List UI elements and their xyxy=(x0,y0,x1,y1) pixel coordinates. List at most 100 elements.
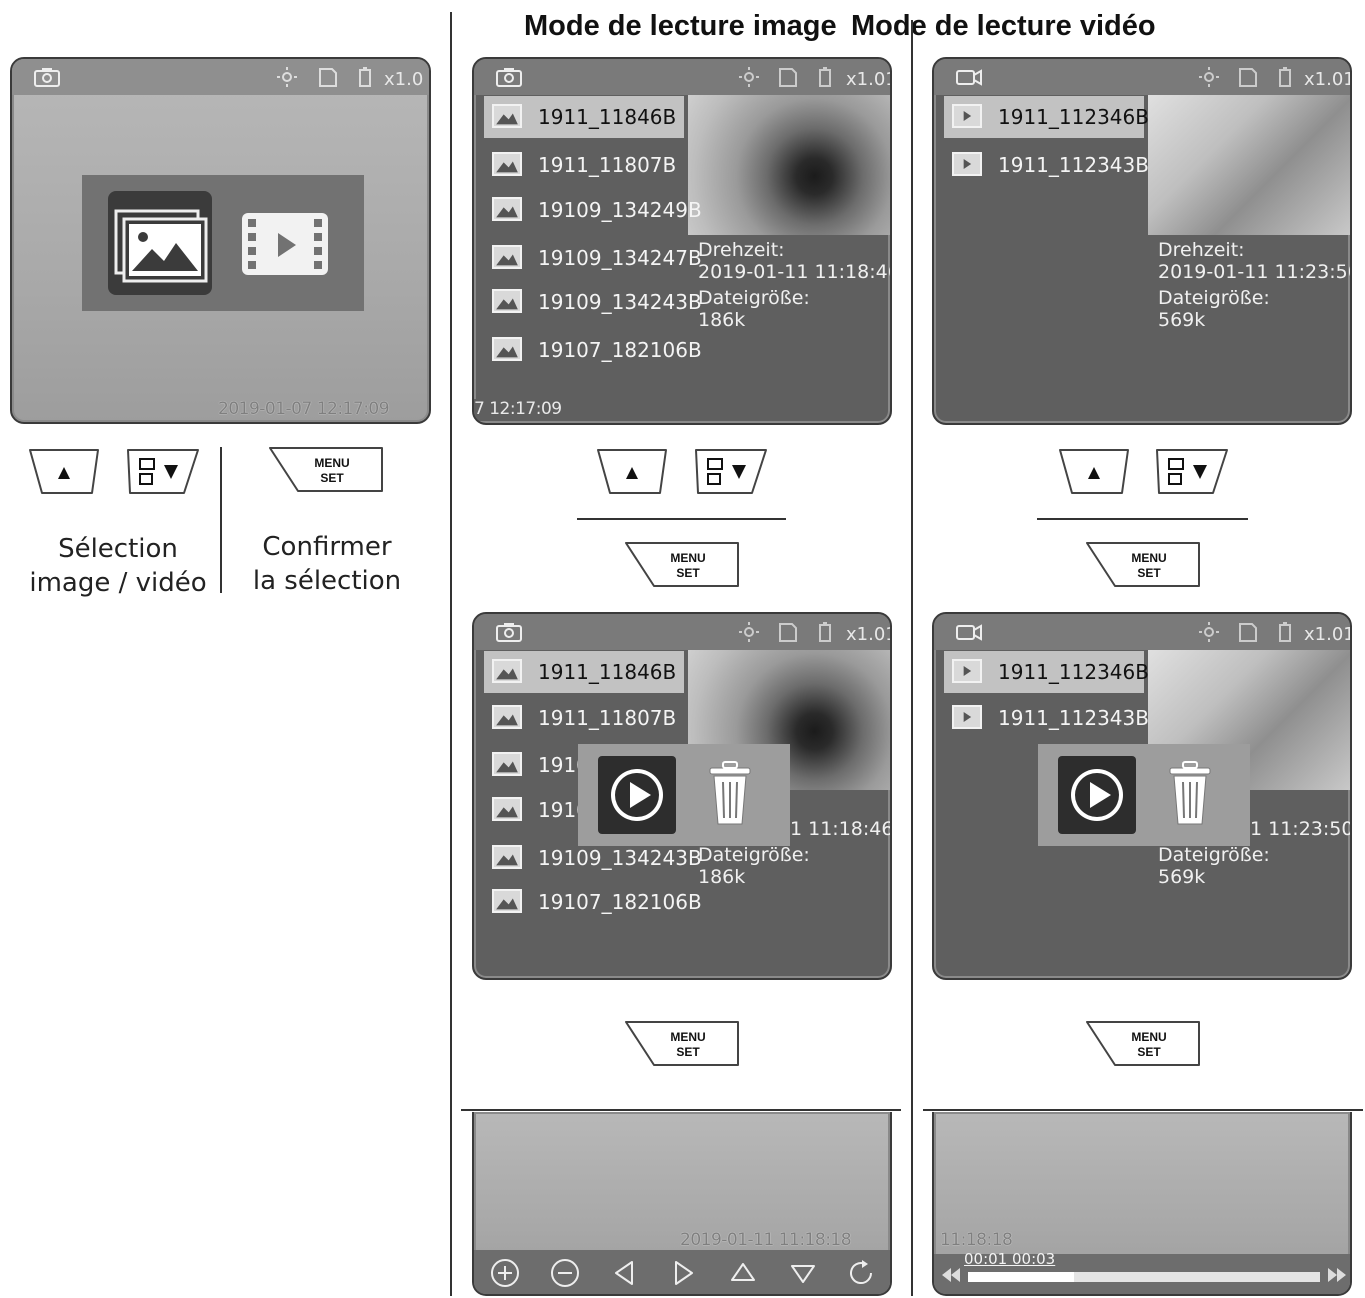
file-row[interactable]: 1911_112346B xyxy=(944,651,1149,693)
screen-timestamp: 2019-01-11 11:18:18 xyxy=(680,1230,852,1250)
menu-key-label-line2: SET xyxy=(320,471,344,485)
file-size-label: Dateigröße: xyxy=(1158,287,1270,309)
file-name: 19107_182106B xyxy=(538,890,702,914)
menu-key-label-line2: SET xyxy=(676,566,700,580)
play-button[interactable] xyxy=(598,756,676,834)
image-file-icon xyxy=(492,245,522,269)
status-bar: x1.01/ xyxy=(934,59,1350,95)
video-control-bar: 00:01 00:03 xyxy=(934,1250,1350,1294)
image-file-icon xyxy=(492,104,522,128)
capture-time-label: Drehzeit: xyxy=(1158,239,1245,261)
image-file-icon xyxy=(492,752,522,776)
file-row[interactable]: 1911_11807B xyxy=(484,144,684,186)
image-file-icon xyxy=(492,337,522,361)
play-button[interactable] xyxy=(1058,756,1136,834)
file-row[interactable]: 19109_134247B xyxy=(484,237,702,279)
menu-set-key[interactable]: MENU SET xyxy=(1085,540,1201,592)
fast-forward-icon[interactable] xyxy=(1326,1264,1348,1286)
pan-up-icon[interactable] xyxy=(728,1258,758,1288)
mode-down-key[interactable] xyxy=(126,447,200,497)
file-row[interactable]: 1911_11846B xyxy=(484,651,684,693)
status-bar: x1.01/ xyxy=(474,59,890,95)
capture-time-value: 1 11:18:46 xyxy=(790,818,892,840)
image-file-icon xyxy=(492,797,522,821)
image-mode-option[interactable] xyxy=(108,191,212,295)
file-row[interactable]: 1911_11846B xyxy=(484,96,684,138)
menu-set-key[interactable]: MENU SET xyxy=(624,1019,740,1071)
rewind-icon[interactable] xyxy=(940,1264,962,1286)
capture-time-value: 2019-01-11 11:23:50 xyxy=(1158,261,1352,283)
caption-divider xyxy=(220,447,222,593)
image-preview xyxy=(688,95,890,235)
video-mode-option[interactable] xyxy=(238,207,332,281)
sd-card-icon xyxy=(1234,67,1260,87)
file-name: 1911_11846B xyxy=(538,105,677,129)
play-icon xyxy=(1071,769,1123,821)
video-playback-divider xyxy=(923,1109,1363,1111)
menu-key-label-line1: MENU xyxy=(314,456,349,470)
zoom-in-icon[interactable] xyxy=(490,1258,520,1288)
progress-bar[interactable] xyxy=(968,1272,1320,1282)
file-name: 1911_11807B xyxy=(538,153,677,177)
pan-left-icon[interactable] xyxy=(610,1258,640,1288)
menu-key-label-line1: MENU xyxy=(1131,1030,1166,1044)
progress-fill xyxy=(968,1272,1074,1282)
capture-time-value: 1 11:23:50 xyxy=(1250,818,1352,840)
zoom-level: x1.01/ xyxy=(1304,624,1350,645)
video-file-icon xyxy=(952,104,982,128)
video-camera-icon xyxy=(956,67,982,87)
file-name: 19109_134243B xyxy=(538,846,702,870)
video-list-screen: x1.01/ 1911_112346B 1911_112343B Drehzei… xyxy=(932,57,1352,425)
battery-icon xyxy=(352,67,378,87)
mode-down-key[interactable] xyxy=(694,447,768,497)
image-file-icon xyxy=(492,705,522,729)
file-name: 19109_134243B xyxy=(538,290,702,314)
up-key[interactable] xyxy=(596,447,668,497)
mode-select-screen: x1.0 2019-01-07 12:17:09 xyxy=(10,57,431,424)
up-key[interactable] xyxy=(1058,447,1130,497)
delete-button[interactable] xyxy=(706,758,754,828)
file-row[interactable]: 1911_112346B xyxy=(944,96,1149,138)
menu-key-label-line2: SET xyxy=(676,1045,700,1059)
video-preview xyxy=(1148,95,1350,235)
file-row[interactable]: 19109_134249B xyxy=(484,189,702,231)
file-action-dialog xyxy=(1038,744,1250,846)
select-caption-line1: Sélection xyxy=(58,534,178,564)
file-name: 1911_112343B xyxy=(998,706,1149,730)
file-name: 1911_112343B xyxy=(998,153,1149,177)
brightness-icon xyxy=(1196,622,1222,642)
video-options-screen: x1.01/ 1911_112346B 1911_112343B 1 11:23… xyxy=(932,612,1352,980)
image-gallery-icon xyxy=(114,209,208,283)
image-playback-screen: 2019-01-11 11:18:18 xyxy=(472,1112,892,1296)
menu-set-key[interactable]: MENU SET xyxy=(1085,1019,1201,1071)
file-row[interactable]: 1911_11807B xyxy=(484,697,684,739)
camera-icon xyxy=(496,622,522,642)
mode-down-key[interactable] xyxy=(1155,447,1229,497)
menu-set-key[interactable]: MENU SET xyxy=(268,445,384,497)
battery-icon xyxy=(812,67,838,87)
up-key[interactable] xyxy=(28,447,100,497)
file-row[interactable]: 19107_182106B xyxy=(484,329,702,371)
zoom-out-icon[interactable] xyxy=(550,1258,580,1288)
play-icon xyxy=(611,769,663,821)
image-step-divider xyxy=(577,518,786,520)
column-divider-right xyxy=(911,20,913,1296)
file-row[interactable]: 19109_134243B xyxy=(484,281,702,323)
file-size-value: 569k xyxy=(1158,309,1206,331)
brightness-icon xyxy=(736,67,762,87)
brightness-icon xyxy=(274,67,300,87)
file-name: 19109_134247B xyxy=(538,246,702,270)
screen-timestamp: 11:18:18 xyxy=(940,1230,1013,1250)
file-row[interactable]: 1911_112343B xyxy=(944,697,1149,739)
delete-button[interactable] xyxy=(1166,758,1214,828)
pan-down-icon[interactable] xyxy=(788,1258,818,1288)
file-row[interactable]: 19107_182106B xyxy=(484,881,702,923)
menu-key-label-line1: MENU xyxy=(670,1030,705,1044)
file-name: 1911_11846B xyxy=(538,660,677,684)
confirm-caption-line2: la sélection xyxy=(252,566,402,596)
rotate-icon[interactable] xyxy=(846,1258,876,1288)
menu-set-key[interactable]: MENU SET xyxy=(624,540,740,592)
pan-right-icon[interactable] xyxy=(668,1258,698,1288)
file-action-dialog xyxy=(578,744,790,846)
file-row[interactable]: 1911_112343B xyxy=(944,144,1149,186)
